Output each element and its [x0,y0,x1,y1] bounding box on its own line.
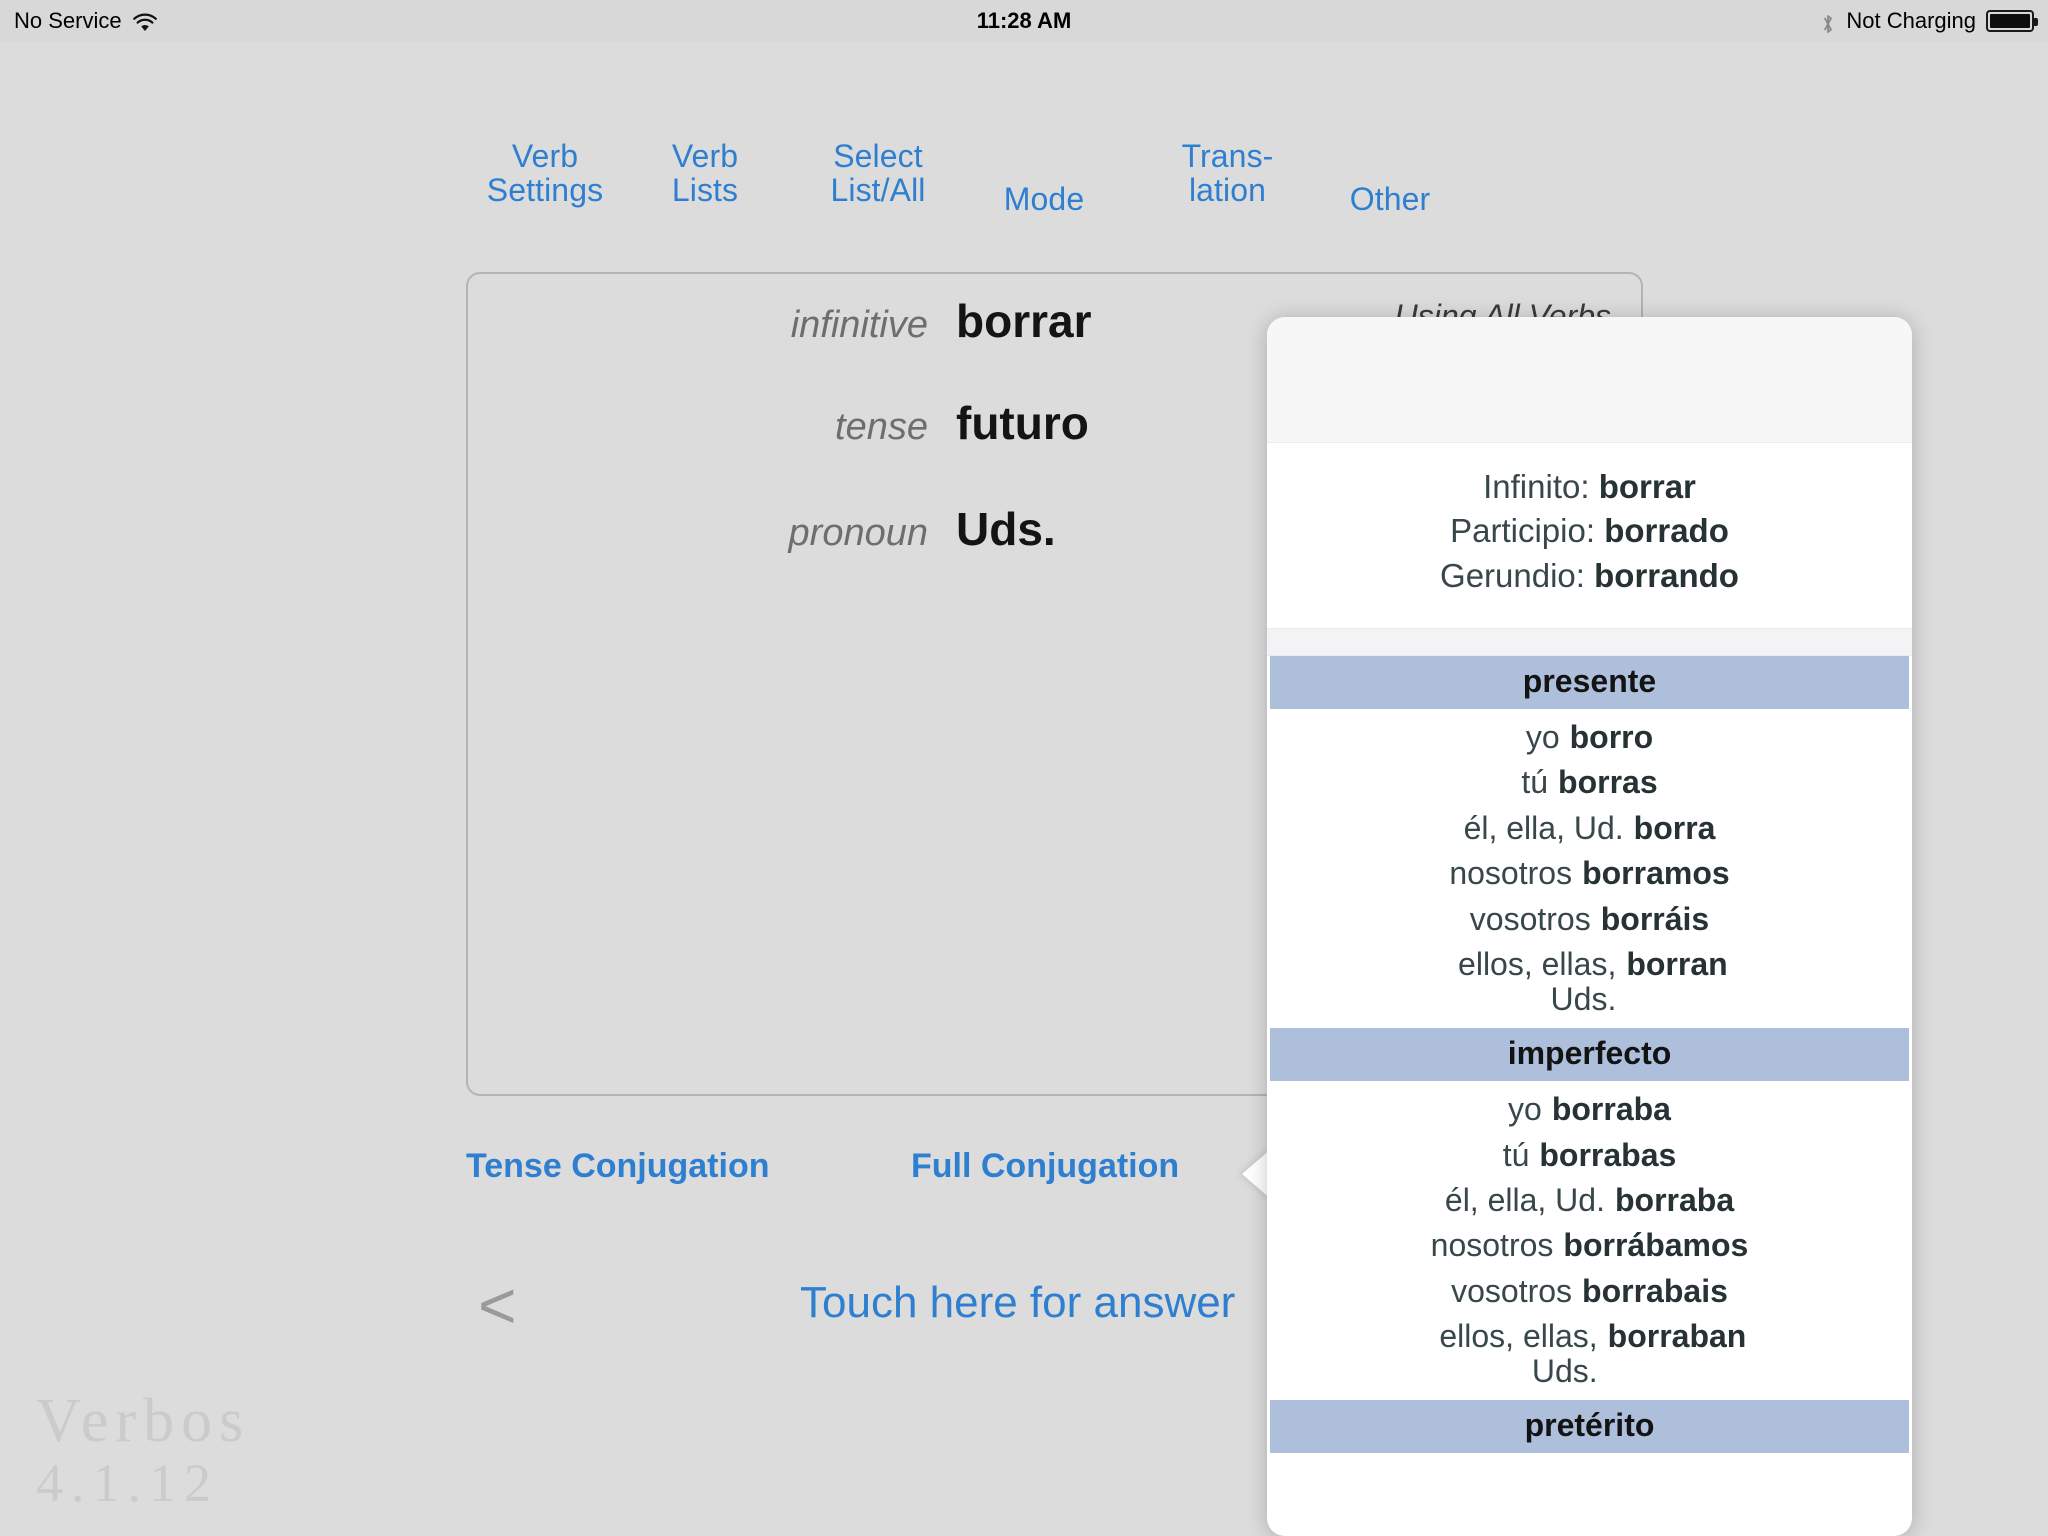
status-bar-right: Not Charging [1820,8,2038,36]
popover-participle-label: Participio: [1450,512,1596,550]
touch-for-answer-button[interactable]: Touch here for answer [800,1278,1235,1328]
popover-gerund-value: borrando [1594,556,1739,594]
conjugation-row: nosotros borramos [1267,851,1912,896]
menu-item-translation-line1: Trans- [1181,138,1274,174]
menu-item-mode[interactable]: Mode [985,181,1103,217]
conjugation-pronoun: vosotros [1469,900,1591,937]
conjugation-form: borras [1558,764,1658,801]
popover-divider [1267,627,1912,656]
menu-item-verb-lists-line1: Verb [671,138,739,174]
conjugation-list-imperfecto: yo borraba tú borrabas él, ella, Ud. bor… [1267,1081,1912,1400]
conjugation-pronoun: tú [1521,764,1549,801]
conjugation-form: borran [1626,945,1728,982]
conjugation-row: ellos, ellas, Uds. borran [1267,942,1912,1020]
popover-verb-forms-header: Infinito: borrar Participio: borrado Ger… [1267,443,1912,628]
full-conjugation-button[interactable]: Full Conjugation [911,1147,1179,1186]
menu-item-other[interactable]: Other [1330,181,1450,217]
conjugation-row: ellos, ellas, Uds. borraban [1267,1314,1912,1392]
conjugation-pronoun: nosotros [1430,1227,1554,1264]
conjugation-form: borrabais [1582,1272,1728,1309]
bluetooth-icon [1820,12,1836,36]
conjugation-pronoun: vosotros [1451,1272,1573,1309]
status-bar-clock: 11:28 AM [976,8,1072,33]
top-menu-bar: Verb Settings Verb Lists Select List/All… [0,120,2048,230]
popover-conjugation-scroll[interactable]: presente yo borro tú borras él, ella, Ud… [1267,655,1912,1454]
popover-infinitive-label: Infinito: [1483,468,1590,505]
conjugation-row: yo borro [1267,715,1912,760]
popover-infinitive-value: borrar [1598,468,1696,505]
conjugation-row: vosotros borrabais [1267,1269,1912,1314]
popover-participle-line: Participio: borrado [1267,509,1912,553]
tense-section-header-imperfecto: imperfecto [1270,1028,1909,1082]
conjugation-pronoun: tú [1502,1136,1530,1173]
popover-gerund-line: Gerundio: borrando [1267,554,1912,598]
watermark-title: Verbos [36,1387,251,1455]
conjugation-form: borraban [1607,1318,1747,1355]
battery-full-icon [1986,10,2038,32]
conjugation-pronoun: yo [1525,718,1560,755]
conjugation-row: él, ella, Ud. borraba [1267,1178,1912,1223]
tense-section-header-preterito: pretérito [1270,1400,1909,1454]
infinitive-label: infinitive [790,304,928,346]
tense-conjugation-button[interactable]: Tense Conjugation [466,1147,769,1186]
conjugation-list-presente: yo borro tú borras él, ella, Ud. borra n… [1267,709,1912,1028]
conjugation-row: tú borras [1267,760,1912,805]
conjugation-pronoun: él, ella, Ud. [1463,809,1624,846]
conjugation-form: borraba [1614,1181,1735,1218]
conjugation-pronoun: ellos, ellas, Uds. [1458,945,1617,1017]
menu-item-mode-line1: Mode [1003,181,1085,217]
conjugation-form: borráis [1600,900,1710,937]
menu-item-verb-settings[interactable]: Verb Settings [474,138,616,208]
menu-item-other-line1: Other [1349,181,1431,217]
conjugation-form: borrábamos [1563,1227,1749,1264]
app-watermark: Verbos 4.1.12 [36,1390,250,1513]
menu-item-select-list-all-line2: List/All [830,171,926,208]
conjugation-row: vosotros borráis [1267,897,1912,942]
conjugation-row: él, ella, Ud. borra [1267,806,1912,851]
conjugation-form: borramos [1582,855,1730,892]
pronoun-value: Uds. [956,503,1056,555]
menu-item-select-list-all-line1: Select [833,138,923,174]
conjugation-row: nosotros borrábamos [1267,1223,1912,1268]
tense-section-header-presente: presente [1270,655,1909,709]
tense-value: futuro [956,397,1089,449]
conjugation-form: borro [1569,718,1654,755]
menu-item-translation-line2: lation [1188,171,1267,208]
watermark-version: 4.1.12 [36,1453,219,1513]
popover-participle-value: borrado [1604,512,1729,550]
menu-item-verb-lists-line2: Lists [671,171,739,208]
conjugation-row: tú borrabas [1267,1133,1912,1178]
conjugation-pronoun: nosotros [1449,855,1573,892]
conjugation-pronoun: él, ella, Ud. [1444,1181,1605,1218]
conjugation-pronoun: yo [1508,1091,1542,1128]
popover-gerund-label: Gerundio: [1440,556,1585,594]
status-bar: No Service 11:28 AM Not Charging [0,0,2048,42]
menu-item-verb-settings-line2: Settings [486,171,604,208]
conjugation-form: borrabas [1539,1136,1677,1173]
charging-status-label: Not Charging [1846,8,1976,33]
menu-item-select-list-all[interactable]: Select List/All [800,138,956,208]
back-chevron-icon[interactable]: < [478,1272,517,1338]
menu-item-translation[interactable]: Trans- lation [1160,138,1295,208]
tense-label: tense [835,406,928,448]
conjugation-pronoun: ellos, ellas, Uds. [1439,1318,1598,1389]
conjugation-form: borraba [1551,1091,1671,1128]
infinitive-value: borrar [956,295,1092,347]
popover-infinitive-line: Infinito: borrar [1267,465,1912,509]
menu-item-verb-lists[interactable]: Verb Lists [640,138,770,208]
menu-item-verb-settings-line1: Verb [511,138,579,174]
conjugation-form: borra [1633,809,1716,846]
pronoun-label: pronoun [788,512,928,554]
conjugation-row: yo borraba [1267,1087,1912,1132]
full-conjugation-popover: Infinito: borrar Participio: borrado Ger… [1267,317,1912,1536]
popover-toolbar [1267,317,1912,443]
